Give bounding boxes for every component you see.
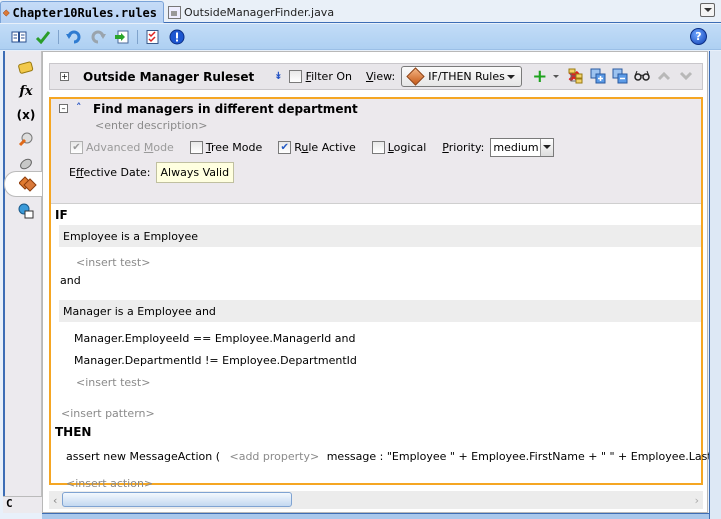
add-rule-icon[interactable]: + — [532, 67, 547, 86]
glasses-icon[interactable] — [634, 68, 650, 84]
scroll-right-icon[interactable]: › — [695, 494, 699, 507]
rule-panel: – ˄ Find managers in different departmen… — [49, 97, 721, 490]
info-icon[interactable] — [168, 28, 186, 46]
dictionary-book-icon[interactable] — [10, 28, 28, 46]
checklist-icon[interactable] — [144, 28, 162, 46]
editor-tab-strip: Chapter10Rules.rules OutsideManagerFinde… — [0, 0, 721, 23]
tree-structure-icon[interactable] — [568, 68, 584, 84]
pattern-manager[interactable]: Manager is a Employee and — [59, 300, 701, 322]
redo-icon[interactable] — [89, 28, 107, 46]
rule-active-checkbox[interactable]: ✔ — [278, 140, 292, 154]
tab-outsidemanagerfinder[interactable]: OutsideManagerFinder.java — [166, 2, 386, 23]
rule-header: – ˄ Find managers in different departmen… — [51, 99, 701, 204]
advanced-mode-option: ✔ Advanced Mode — [70, 140, 174, 154]
rule-description-field[interactable]: <enter description> — [95, 119, 207, 132]
rules-diamond-icon — [406, 67, 425, 86]
left-palette: fx (x) — [3, 51, 42, 496]
priority-select[interactable]: medium — [490, 137, 555, 157]
links-icon[interactable] — [17, 130, 35, 148]
logical-label: Logical — [387, 140, 427, 154]
scroll-left-icon[interactable]: ‹ — [53, 494, 57, 507]
decision-functions-icon[interactable] — [17, 154, 35, 172]
main-toolbar: ? — [0, 24, 721, 50]
and-label: and — [60, 274, 81, 287]
palette-item-rulesets[interactable] — [4, 171, 42, 197]
add-dropdown-icon[interactable] — [553, 75, 560, 78]
facts-icon[interactable] — [17, 58, 35, 76]
add-property-link[interactable]: <add property> — [229, 450, 319, 463]
toolbar-separator — [58, 29, 59, 44]
logical-checkbox[interactable] — [371, 140, 385, 154]
ruleset-right-toolbar — [562, 68, 694, 84]
scrollbar-thumb[interactable] — [62, 492, 292, 507]
ruleset-title: Outside Manager Ruleset — [83, 69, 255, 84]
help-icon[interactable]: ? — [690, 28, 707, 45]
rules-diamond-icon — [3, 8, 10, 17]
export-icon[interactable] — [113, 28, 131, 46]
java-file-icon — [168, 6, 181, 19]
insert-test-link[interactable]: <insert test> — [76, 256, 150, 269]
horizontal-scrollbar[interactable]: ‹ › — [49, 491, 703, 509]
insert-test-link[interactable]: <insert test> — [76, 376, 150, 389]
rules-editor-window: Chapter10Rules.rules OutsideManagerFinde… — [0, 0, 721, 519]
effective-date-label: Effective Date: — [69, 166, 151, 179]
collapse-all-icon[interactable] — [612, 68, 628, 84]
tab-label: Chapter10Rules.rules — [12, 5, 158, 20]
palette-bottom-label: C — [3, 496, 42, 513]
rule-active-option: ✔ Rule Active — [278, 140, 356, 154]
pattern-employee[interactable]: Employee is a Employee — [59, 225, 701, 247]
chevron-down-icon[interactable] — [540, 138, 554, 156]
undo-icon[interactable] — [65, 28, 83, 46]
test-employee-id[interactable]: Manager.EmployeeId == Employee.ManagerId… — [74, 332, 355, 345]
advanced-mode-label: Advanced Mode — [86, 140, 174, 154]
tab-chapter10rules[interactable]: Chapter10Rules.rules — [0, 1, 164, 23]
ruleset-editor: + Outside Manager Ruleset ↡ Filter On Vi… — [42, 51, 721, 513]
assert-action[interactable]: assert new MessageAction ( <add property… — [66, 450, 721, 463]
ruleset-header-bar: + Outside Manager Ruleset ↡ Filter On Vi… — [49, 63, 703, 90]
validate-check-icon[interactable] — [34, 28, 52, 46]
variables-icon[interactable]: (x) — [17, 106, 36, 124]
filter-on-checkbox[interactable] — [288, 70, 302, 83]
toolbar-separator — [137, 29, 138, 44]
move-up-icon[interactable] — [656, 68, 672, 84]
priority-label: Priority: — [442, 140, 485, 154]
filter-on-label: Filter On — [305, 70, 352, 83]
logical-option: Logical — [371, 140, 427, 154]
expand-all-icon[interactable] — [590, 68, 606, 84]
rule-active-label: Rule Active — [294, 140, 356, 154]
double-chevron-up-icon[interactable]: ˄ — [76, 101, 82, 114]
advanced-mode-checkbox[interactable]: ✔ — [70, 140, 83, 154]
move-down-icon[interactable] — [678, 68, 694, 84]
insert-pattern-link[interactable]: <insert pattern> — [61, 407, 155, 420]
view-select[interactable]: IF/THEN Rules — [401, 66, 523, 87]
bottom-status-strip — [42, 513, 709, 519]
collapse-rule-icon[interactable]: – — [59, 104, 68, 113]
rulesets-icon — [19, 176, 37, 192]
if-label: IF — [55, 208, 68, 222]
rule-options: ✔ Advanced Mode Tree Mode ✔ Rule Active … — [70, 137, 555, 157]
chevron-down-icon — [507, 74, 516, 79]
test-department-id[interactable]: Manager.DepartmentId != Employee.Departm… — [74, 354, 357, 367]
translations-icon[interactable] — [17, 202, 35, 220]
view-label: View: — [365, 70, 396, 83]
tree-mode-label: Tree Mode — [205, 140, 263, 154]
effective-date-value[interactable]: Always Valid — [155, 162, 235, 183]
right-edge-panel — [709, 51, 721, 519]
expand-ruleset-icon[interactable]: + — [60, 72, 69, 81]
rule-title[interactable]: Find managers in different department — [93, 102, 358, 116]
insert-action-link[interactable]: <insert action> — [66, 477, 153, 490]
effective-date-row: Effective Date: Always Valid — [69, 162, 235, 183]
tab-label: OutsideManagerFinder.java — [184, 6, 335, 19]
tab-list-dropdown-button[interactable] — [700, 3, 715, 17]
tree-mode-checkbox[interactable] — [189, 140, 203, 154]
then-label: THEN — [55, 425, 92, 439]
tree-mode-option: Tree Mode — [189, 140, 263, 154]
double-chevron-down-icon[interactable]: ↡ — [274, 71, 282, 82]
functions-icon[interactable]: fx — [17, 82, 35, 100]
